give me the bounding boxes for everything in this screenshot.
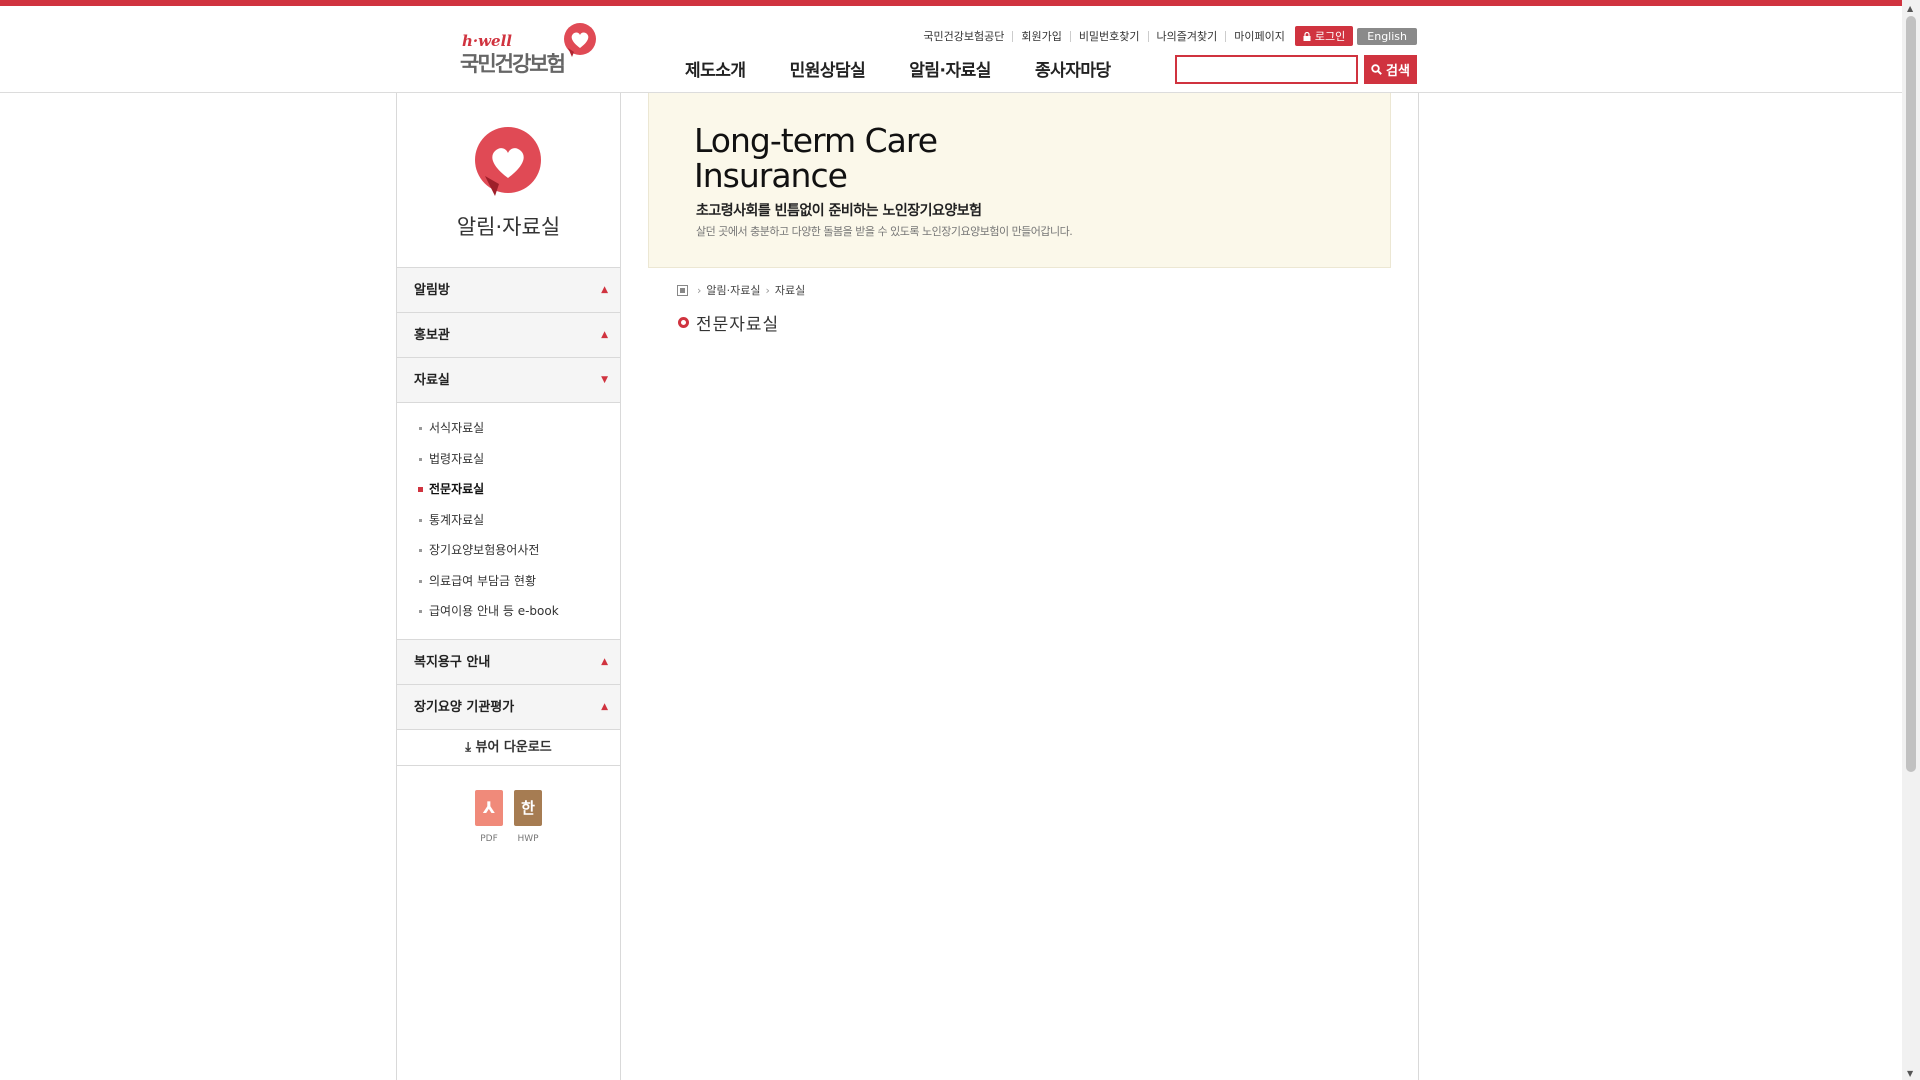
submenu-item-label: 장기요양보험용어사전 bbox=[429, 543, 540, 557]
submenu-item-label: 의료급여 부담금 현황 bbox=[429, 573, 536, 588]
submenu-item-label: 급여이용 안내 등 e-book bbox=[429, 604, 559, 618]
frame-divider-right bbox=[1418, 93, 1419, 1080]
pdf-viewer-link[interactable]: ⅄ PDF bbox=[474, 789, 504, 844]
banner-description: 살던 곳에서 충분하고 다양한 돌봄을 받을 수 있도록 노인장기요양보험이 만… bbox=[696, 225, 1073, 238]
sidebar-submenu: 서식자료실 법령자료실 전문자료실 통계자료실 장기요양보험용어사전 의료급여 … bbox=[397, 403, 620, 640]
chevron-right-icon: › bbox=[765, 283, 770, 297]
page-title: 전문자료실 bbox=[678, 310, 779, 335]
submenu-item-laws[interactable]: 법령자료실 bbox=[397, 450, 620, 481]
submenu-item-statistics[interactable]: 통계자료실 bbox=[397, 511, 620, 542]
sidebar-item-label: 홍보관 bbox=[414, 328, 450, 343]
frame-divider-middle bbox=[620, 93, 621, 1080]
util-link-favorites[interactable]: 나의즐겨찾기 bbox=[1149, 30, 1227, 42]
sidebar-item-pr[interactable]: 홍보관 ▲ bbox=[397, 313, 620, 358]
submenu-item-label: 법령자료실 bbox=[429, 451, 485, 466]
submenu-item-ebook[interactable]: 급여이용 안내 등 e-book bbox=[397, 602, 620, 633]
gnb-item-notice[interactable]: 알림·자료실 bbox=[909, 56, 991, 81]
home-icon[interactable] bbox=[677, 284, 688, 296]
login-button[interactable]: 로그인 bbox=[1294, 26, 1354, 46]
submenu-item-expert[interactable]: 전문자료실 bbox=[397, 480, 620, 511]
hero-banner: Long-term Care Insurance 초고령사회를 빈틈없이 준비하… bbox=[648, 93, 1391, 268]
page-title-text: 전문자료실 bbox=[696, 315, 780, 335]
sidebar-item-label: 장기요양 기관평가 bbox=[414, 699, 515, 715]
sidebar-item-label: 자료실 bbox=[414, 373, 450, 388]
util-link-find-password[interactable]: 비밀번호찾기 bbox=[1071, 30, 1149, 42]
sidebar-item-welfare-equipment[interactable]: 복지용구 안내 ▲ bbox=[397, 639, 620, 685]
breadcrumb-item[interactable]: 자료실 bbox=[775, 282, 805, 298]
sidebar-item-library[interactable]: 자료실 ▼ bbox=[397, 358, 620, 403]
submenu-item-label: 서식자료실 bbox=[429, 421, 485, 435]
main-navigation: 제도소개 민원상담실 알림·자료실 종사자마당 bbox=[685, 56, 1155, 81]
english-button[interactable]: English bbox=[1357, 27, 1417, 45]
hwp-viewer-link[interactable]: 한 HWP bbox=[513, 789, 543, 844]
search-button[interactable]: 검색 bbox=[1364, 55, 1417, 84]
util-link-signup[interactable]: 회원가입 bbox=[1013, 30, 1071, 42]
util-link-mypage[interactable]: 마이페이지 bbox=[1226, 31, 1293, 42]
banner-title-line1: Long-term Care bbox=[694, 121, 938, 160]
util-link-nhis[interactable]: 국민건강보험공단 bbox=[915, 30, 1014, 42]
viewer-files: ⅄ PDF 한 HWP bbox=[397, 766, 620, 876]
hwp-file-icon: 한 bbox=[514, 789, 542, 826]
scrollbar-thumb[interactable] bbox=[1906, 16, 1916, 772]
banner-title-line2: Insurance bbox=[694, 156, 848, 195]
chevron-up-icon: ▲ bbox=[601, 701, 608, 712]
pdf-caption: PDF bbox=[480, 833, 498, 844]
logo-name-text: 국민건강보험 bbox=[460, 52, 566, 76]
lock-icon bbox=[1303, 31, 1311, 41]
vertical-scrollbar[interactable]: ▲ ▼ bbox=[1902, 0, 1920, 1080]
breadcrumb-item[interactable]: 알림·자료실 bbox=[706, 282, 760, 298]
sidebar-item-label: 복지용구 안내 bbox=[414, 654, 491, 670]
utility-links: 국민건강보험공단 회원가입 비밀번호찾기 나의즐겨찾기 마이페이지 로그인 En… bbox=[915, 26, 1417, 46]
sidebar-header: 알림·자료실 bbox=[397, 93, 620, 268]
viewer-download-label: 뷰어 다운로드 bbox=[475, 739, 552, 755]
site-logo[interactable]: h·well 국민건강보험 bbox=[460, 22, 600, 78]
heart-icon bbox=[475, 127, 541, 196]
gnb-item-system[interactable]: 제도소개 bbox=[685, 56, 746, 81]
header: h·well 국민건강보험 국민건강보험공단 회원가입 비밀번호찾기 나의즐겨찾… bbox=[0, 6, 1902, 93]
submenu-item-forms[interactable]: 서식자료실 bbox=[397, 419, 620, 450]
viewer-download-button[interactable]: ⤓ 뷰어 다운로드 bbox=[397, 730, 620, 766]
sidebar-item-notice[interactable]: 알림방 ▲ bbox=[397, 268, 620, 313]
scroll-up-icon[interactable]: ▲ bbox=[1907, 4, 1913, 13]
sidebar-item-evaluation[interactable]: 장기요양 기관평가 ▲ bbox=[397, 684, 620, 730]
search-button-label: 검색 bbox=[1386, 64, 1410, 79]
chevron-up-icon: ▲ bbox=[601, 330, 608, 340]
login-label: 로그인 bbox=[1314, 30, 1346, 43]
submenu-item-glossary[interactable]: 장기요양보험용어사전 bbox=[397, 541, 620, 572]
gnb-item-consult[interactable]: 민원상담실 bbox=[790, 56, 866, 81]
hwp-caption: HWP bbox=[517, 833, 539, 844]
gnb-item-workers[interactable]: 종사자마당 bbox=[1035, 56, 1111, 81]
sidebar-title: 알림·자료실 bbox=[456, 215, 561, 239]
sidebar: 알림·자료실 알림방 ▲ 홍보관 ▲ 자료실 ▼ 서식자료실 법령자료실 전문자… bbox=[397, 93, 620, 876]
chevron-down-icon: ▼ bbox=[601, 375, 608, 385]
pdf-file-icon: ⅄ bbox=[475, 789, 503, 826]
search-icon bbox=[1371, 64, 1382, 75]
heart-logo-icon bbox=[564, 23, 596, 57]
breadcrumb: › 알림·자료실 › 자료실 bbox=[677, 282, 805, 298]
sidebar-item-label: 알림방 bbox=[414, 283, 450, 298]
chevron-right-icon: › bbox=[697, 283, 702, 297]
submenu-item-label: 전문자료실 bbox=[429, 482, 485, 496]
scroll-down-icon[interactable]: ▼ bbox=[1907, 1069, 1913, 1078]
banner-subtitle: 초고령사회를 빈틈없이 준비하는 노인장기요양보험 bbox=[696, 203, 982, 219]
chevron-up-icon: ▲ bbox=[601, 285, 608, 295]
submenu-item-copayment[interactable]: 의료급여 부담금 현황 bbox=[397, 572, 620, 603]
banner-title: Long-term Care Insurance bbox=[694, 121, 938, 195]
chevron-up-icon: ▲ bbox=[601, 656, 608, 667]
bullet-circle-icon bbox=[678, 317, 689, 328]
submenu-item-label: 통계자료실 bbox=[429, 512, 485, 527]
download-icon: ⤓ bbox=[465, 739, 471, 755]
search-input[interactable] bbox=[1175, 55, 1358, 84]
